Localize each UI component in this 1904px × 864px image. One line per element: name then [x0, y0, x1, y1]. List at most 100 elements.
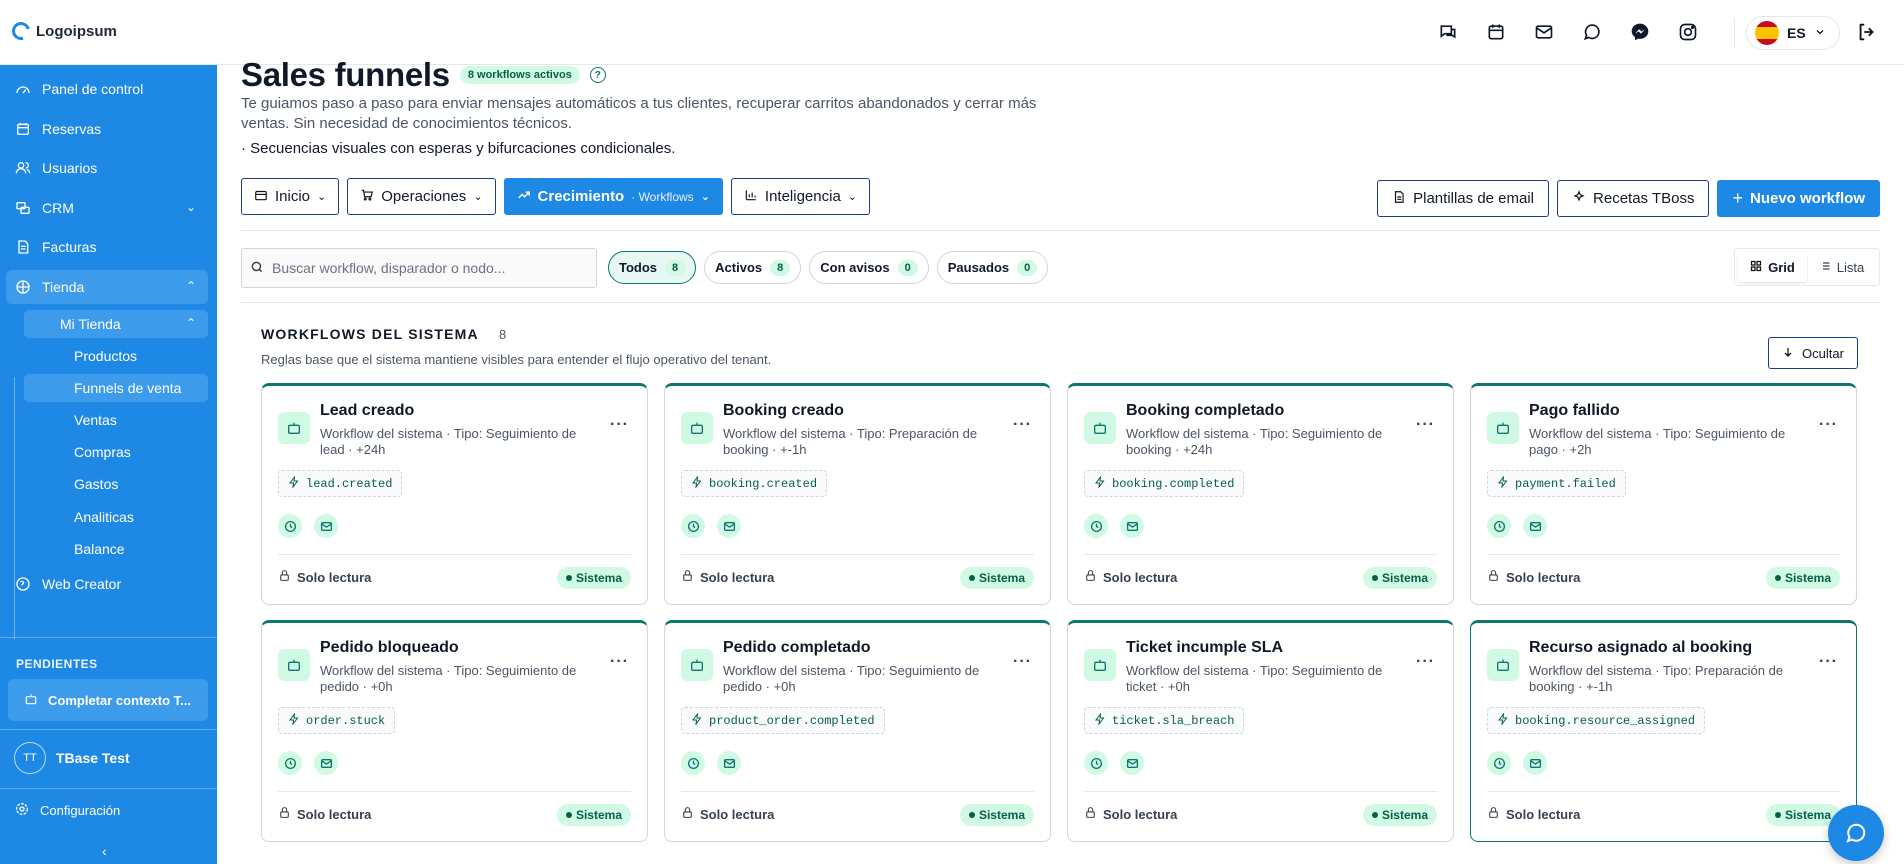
- button-label: Recetas TBoss: [1593, 190, 1695, 207]
- mail-icon[interactable]: [1532, 20, 1556, 44]
- more-options-icon[interactable]: ···: [1013, 416, 1032, 434]
- sidebar-item-store[interactable]: Tienda ⌃: [6, 270, 208, 304]
- calendar-icon[interactable]: [1484, 20, 1508, 44]
- tab-sublabel: · Workflows: [631, 189, 694, 204]
- filter-warnings[interactable]: Con avisos 0: [809, 251, 929, 284]
- more-options-icon[interactable]: ···: [1416, 416, 1435, 434]
- view-label: Lista: [1836, 259, 1865, 275]
- workflow-nodes: [1487, 751, 1547, 775]
- workflow-subtitle: Workflow del sistema · Tipo: Seguimiento…: [1126, 426, 1383, 457]
- readonly-text: Solo lectura: [700, 806, 775, 822]
- sidebar-item-sales[interactable]: Ventas: [24, 406, 208, 434]
- card-divider: [1084, 791, 1437, 792]
- new-workflow-button[interactable]: + Nuevo workflow: [1717, 180, 1880, 217]
- more-options-icon[interactable]: ···: [610, 416, 629, 434]
- messenger-icon[interactable]: [1628, 20, 1652, 44]
- whatsapp-icon[interactable]: [1580, 20, 1604, 44]
- pending-item[interactable]: Completar contexto T...: [8, 679, 208, 721]
- grid-view-button[interactable]: Grid: [1738, 252, 1807, 282]
- card-divider: [681, 554, 1034, 555]
- sidebar-item-crm[interactable]: CRM ⌄: [6, 191, 208, 225]
- lock-icon: [681, 569, 694, 585]
- tab-label: Inteligencia: [764, 188, 841, 205]
- filter-paused[interactable]: Pausados 0: [936, 251, 1049, 284]
- more-options-icon[interactable]: ···: [1416, 653, 1435, 671]
- language-selector[interactable]: ES: [1746, 16, 1840, 50]
- logo[interactable]: Logoipsum: [8, 18, 117, 44]
- sidebar-item-label: Reservas: [42, 121, 102, 137]
- button-label: Ocultar: [1802, 345, 1844, 361]
- lock-icon: [1487, 569, 1500, 585]
- recipes-button[interactable]: Recetas TBoss: [1557, 180, 1710, 217]
- list-view-button[interactable]: Lista: [1807, 252, 1876, 282]
- badge-text: Sistema: [1784, 808, 1831, 822]
- workflow-card[interactable]: Pago fallido Workflow del sistema · Tipo…: [1470, 383, 1857, 605]
- lock-icon: [1487, 806, 1500, 822]
- hide-section-button[interactable]: Ocultar: [1768, 337, 1858, 369]
- readonly-text: Solo lectura: [297, 569, 372, 585]
- workflow-card[interactable]: Pedido bloqueado Workflow del sistema · …: [261, 620, 648, 842]
- search-input[interactable]: Buscar workflow, disparador o nodo...: [241, 248, 597, 288]
- trigger-event: payment.failed: [1515, 476, 1616, 491]
- tab-inteligencia[interactable]: Inteligencia ⌄: [730, 178, 871, 215]
- lightning-icon: [1094, 711, 1106, 729]
- sidebar-item-invoices[interactable]: Facturas: [6, 230, 208, 264]
- workflow-card[interactable]: Lead creado Workflow del sistema · Tipo:…: [261, 383, 648, 605]
- trigger-event: booking.resource_assigned: [1515, 713, 1696, 728]
- sidebar-item-users[interactable]: Usuarios: [6, 151, 208, 185]
- workflow-subtitle: Workflow del sistema · Tipo: Seguimiento…: [1529, 426, 1786, 457]
- lightning-icon: [1497, 711, 1509, 729]
- user-profile[interactable]: TT TBase Test: [14, 742, 130, 774]
- sidebar-item-web-creator[interactable]: Web Creator: [6, 567, 208, 601]
- workflow-card[interactable]: Recurso asignado al booking Workflow del…: [1470, 620, 1857, 842]
- badge-text: Sistema: [1784, 571, 1831, 585]
- settings-link[interactable]: Configuración: [14, 801, 120, 820]
- sidebar-item-bookings[interactable]: Reservas: [6, 112, 208, 146]
- filter-all[interactable]: Todos 8: [608, 251, 697, 284]
- system-badge: Sistema: [959, 804, 1034, 826]
- logout-icon[interactable]: [1856, 21, 1880, 45]
- readonly-label: Solo lectura: [1084, 806, 1177, 822]
- tab-operaciones[interactable]: Operaciones ⌄: [347, 178, 496, 215]
- chat-support-button[interactable]: [1828, 805, 1884, 861]
- dashboard-icon: [14, 80, 32, 98]
- collapse-sidebar-icon[interactable]: ‹: [102, 843, 107, 859]
- chevron-down-icon: ⌄: [473, 191, 483, 203]
- home-icon: [254, 188, 268, 206]
- readonly-label: Solo lectura: [681, 569, 774, 585]
- help-icon[interactable]: ?: [589, 67, 606, 83]
- status-dot: [968, 812, 975, 818]
- filter-label: Pausados: [947, 260, 1010, 275]
- sidebar-item-balance[interactable]: Balance: [24, 535, 208, 563]
- divider: [241, 230, 1880, 231]
- sidebar-item-my-store[interactable]: Mi Tienda ⌃: [24, 310, 208, 338]
- globe-icon: [14, 575, 32, 593]
- sidebar-item-products[interactable]: Productos: [24, 342, 208, 370]
- more-options-icon[interactable]: ···: [610, 653, 629, 671]
- workflow-card[interactable]: Ticket incumple SLA Workflow del sistema…: [1067, 620, 1454, 842]
- workflow-card[interactable]: Booking completado Workflow del sistema …: [1067, 383, 1454, 605]
- workflow-card[interactable]: Booking creado Workflow del sistema · Ti…: [664, 383, 1051, 605]
- lightning-icon: [288, 474, 300, 492]
- email-templates-button[interactable]: Plantillas de email: [1377, 180, 1550, 217]
- tab-crecimiento[interactable]: Crecimiento · Workflows ⌄: [503, 178, 723, 215]
- sidebar-item-purchases[interactable]: Compras: [24, 438, 208, 466]
- workflow-card[interactable]: Pedido completado Workflow del sistema ·…: [664, 620, 1051, 842]
- sidebar-item-dashboard[interactable]: Panel de control: [6, 72, 208, 106]
- tab-inicio[interactable]: Inicio ⌄: [241, 178, 340, 215]
- search-icon: [250, 260, 264, 277]
- sidebar-divider: [0, 788, 217, 789]
- filter-active[interactable]: Activos 8: [704, 251, 802, 284]
- sidebar-item-sales-funnels[interactable]: Funnels de venta: [24, 374, 208, 402]
- more-options-icon[interactable]: ···: [1819, 653, 1838, 671]
- sidebar-item-analytics[interactable]: Analiticas: [24, 503, 208, 531]
- sidebar-item-label: Analiticas: [74, 509, 134, 525]
- instagram-icon[interactable]: [1676, 20, 1700, 44]
- more-options-icon[interactable]: ···: [1819, 416, 1838, 434]
- pending-title: PENDIENTES: [16, 657, 98, 671]
- trending-up-icon: [517, 188, 531, 206]
- robot-icon: [1487, 649, 1519, 681]
- more-options-icon[interactable]: ···: [1013, 653, 1032, 671]
- sidebar-item-expenses[interactable]: Gastos: [24, 470, 208, 498]
- chat-icon[interactable]: [1436, 20, 1460, 44]
